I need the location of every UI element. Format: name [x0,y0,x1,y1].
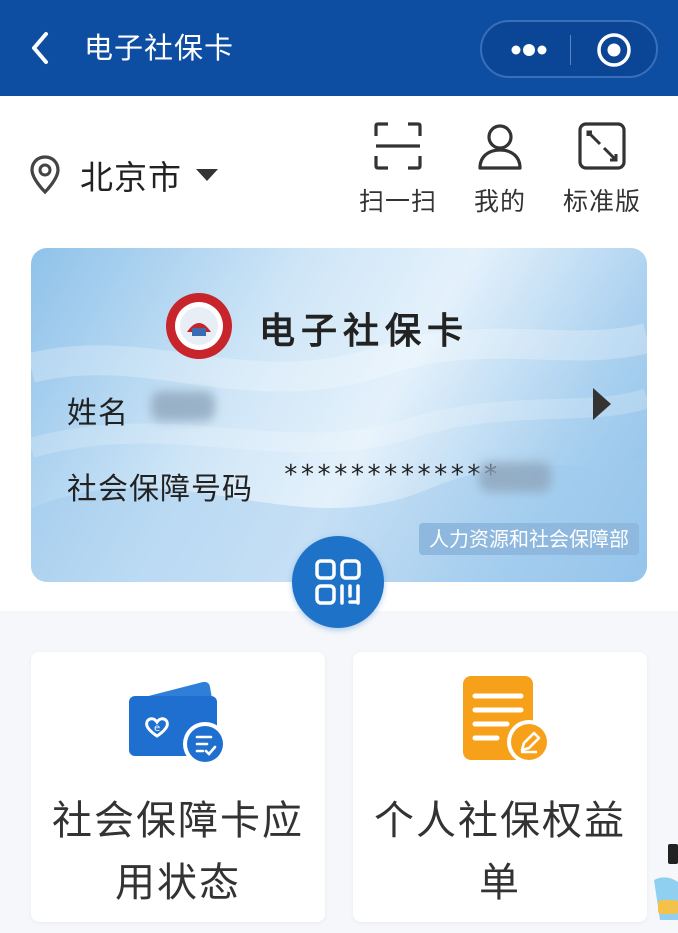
city-name: 北京市 [80,158,182,197]
user-icon [478,124,522,170]
mine-button[interactable]: 我的 [452,120,548,218]
rights-statement-tile[interactable]: 个人社保权益单 [353,652,647,922]
expand-icon [578,122,626,170]
caret-down-icon [194,167,220,183]
assistant-mascot-icon[interactable] [650,840,678,920]
scan-button[interactable]: 扫一扫 [350,120,446,218]
name-redacted [151,391,215,421]
mine-label: 我的 [473,187,526,216]
city-selector[interactable]: 北京市 [28,150,220,200]
card-status-icon: e [123,670,233,774]
id-number-redacted [479,462,551,492]
standard-version-button[interactable]: 标准版 [554,120,650,218]
top-bar: 电子社保卡 [0,0,678,96]
name-label: 姓名 [67,396,129,431]
card-detail-arrow-icon[interactable] [591,386,613,422]
scan-icon [374,122,422,170]
standard-version-label: 标准版 [562,187,641,216]
qr-code-button[interactable] [292,536,384,628]
page-title: 电子社保卡 [84,31,235,65]
svg-text:e: e [154,723,160,734]
card-status-tile[interactable]: e 社会保障卡应用状态 [31,652,325,922]
rights-document-icon [445,670,555,774]
id-number-value: ************* [283,460,500,490]
issuer-badge: 人力资源和社会保障部 [419,523,639,555]
capsule-divider [570,35,571,65]
id-number-label: 社会保障号码 [67,472,253,507]
scan-label: 扫一扫 [358,187,437,216]
rights-statement-label: 个人社保权益单 [374,798,626,906]
chevron-left-icon[interactable] [26,30,58,66]
social-security-logo [165,292,233,360]
social-security-card[interactable]: 电子社保卡 姓名 社会保障号码 ************* 人力资源和社会保障部 [31,248,647,582]
qr-code-icon [315,559,361,605]
mini-program-capsule [480,20,658,78]
card-status-label: 社会保障卡应用状态 [52,798,304,906]
target-close-icon[interactable] [596,32,632,68]
location-pin-icon [28,154,62,196]
more-dots-icon[interactable] [504,38,554,62]
card-title: 电子社保卡 [259,310,470,352]
